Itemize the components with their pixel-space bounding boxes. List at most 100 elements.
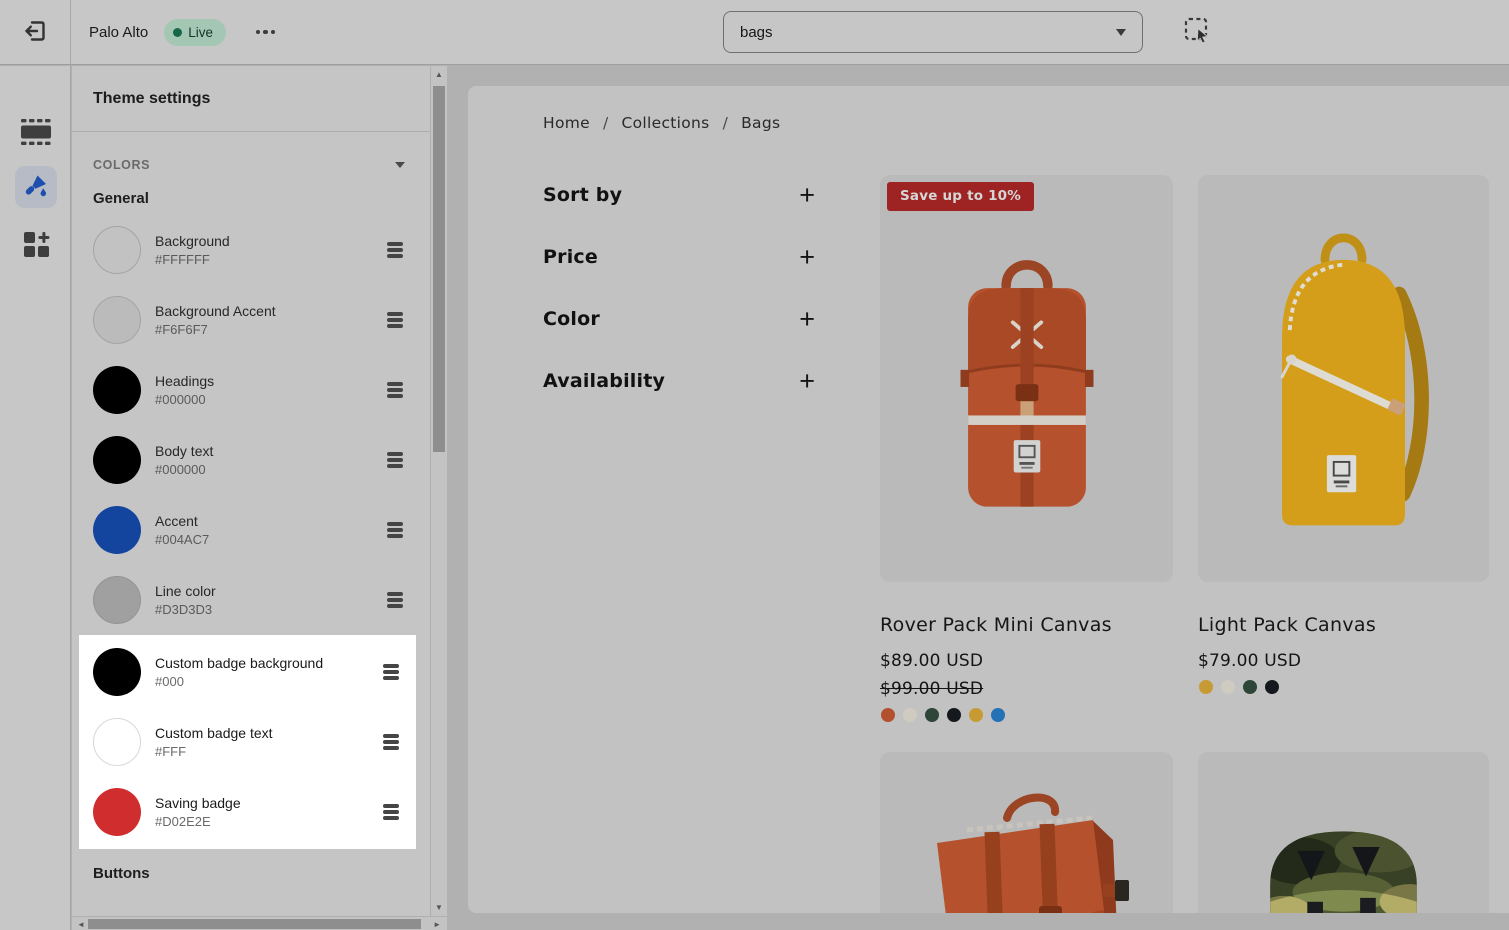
colors-section-header[interactable]: COLORS [72, 132, 447, 172]
ellipsis-icon [256, 30, 261, 35]
more-options-button[interactable] [256, 30, 276, 35]
product-card-rover-pack[interactable]: Save up to 10% [880, 175, 1173, 582]
panel-horizontal-scrollbar[interactable]: ◄ ► [72, 916, 447, 930]
color-row-line-color[interactable]: Line color #D3D3D3 [72, 565, 447, 635]
swatch-dot[interactable] [991, 708, 1005, 722]
breadcrumb-separator: / [603, 114, 609, 132]
paintbrush-icon [23, 173, 49, 202]
panel-vertical-scrollbar[interactable]: ▲ ▼ [430, 66, 447, 916]
exit-editor-button[interactable] [22, 18, 48, 47]
sections-icon [20, 118, 52, 149]
plus-icon: + [799, 244, 815, 271]
breadcrumb-home[interactable]: Home [543, 114, 590, 132]
product-title[interactable]: Rover Pack Mini Canvas [880, 614, 1112, 636]
dynamic-source-icon[interactable] [387, 312, 403, 329]
color-swatch [93, 648, 141, 696]
swatch-dot[interactable] [947, 708, 961, 722]
color-swatch [93, 718, 141, 766]
swatch-dot[interactable] [925, 708, 939, 722]
dynamic-source-icon[interactable] [387, 452, 403, 469]
color-row-background[interactable]: Background #FFFFFF [72, 215, 447, 285]
color-swatch [93, 366, 141, 414]
color-label: Custom badge background [155, 655, 323, 671]
dynamic-source-icon[interactable] [387, 522, 403, 539]
topbar-left-cell [0, 0, 71, 64]
filter-price[interactable]: Price + [543, 242, 815, 272]
filter-label: Color [543, 308, 600, 330]
plus-icon: + [799, 182, 815, 209]
swatch-dot[interactable] [1221, 680, 1235, 694]
product-card-camo-pack[interactable] [1198, 752, 1489, 913]
swatch-dot[interactable] [1199, 680, 1213, 694]
color-code: #D3D3D3 [155, 602, 216, 617]
editor-left-rail [0, 66, 71, 930]
breadcrumb-collections[interactable]: Collections [622, 114, 710, 132]
swatch-dot[interactable] [1265, 680, 1279, 694]
product-card-light-pack[interactable] [1198, 175, 1489, 582]
product-title[interactable]: Light Pack Canvas [1198, 614, 1376, 636]
color-row-saving-badge[interactable]: Saving badge #D02E2E [79, 777, 416, 847]
dynamic-source-icon[interactable] [387, 592, 403, 609]
panel-header: Theme settings [72, 66, 447, 132]
scroll-right-icon[interactable]: ► [433, 918, 441, 930]
filter-label: Sort by [543, 184, 622, 206]
dynamic-source-icon[interactable] [383, 734, 399, 751]
plus-icon: + [799, 368, 815, 395]
section-picker-icon [1183, 16, 1213, 49]
color-settings-list: Background #FFFFFF Background Accent #F6… [72, 215, 447, 849]
color-label: Headings [155, 373, 214, 389]
product-card-satchel[interactable] [880, 752, 1173, 913]
scroll-down-icon[interactable]: ▼ [431, 903, 447, 912]
color-swatch [93, 436, 141, 484]
chevron-down-icon [1116, 29, 1126, 36]
group-label-buttons: Buttons [93, 865, 447, 882]
product-image-satchel [907, 788, 1147, 913]
dynamic-source-icon[interactable] [383, 804, 399, 821]
dynamic-source-icon[interactable] [387, 382, 403, 399]
color-label: Accent [155, 513, 209, 529]
filter-color[interactable]: Color + [543, 304, 815, 334]
color-swatch [93, 788, 141, 836]
scroll-up-icon[interactable]: ▲ [431, 70, 447, 79]
product-color-swatches [881, 708, 1005, 722]
breadcrumb: Home / Collections / Bags [543, 114, 780, 132]
color-label: Saving badge [155, 795, 241, 811]
color-row-body-text[interactable]: Body text #000000 [72, 425, 447, 495]
swatch-dot[interactable] [1243, 680, 1257, 694]
color-row-custom-badge-background[interactable]: Custom badge background #000 [79, 637, 416, 707]
product-color-swatches [1199, 680, 1279, 694]
filter-availability[interactable]: Availability + [543, 366, 815, 396]
rail-item-apps[interactable] [15, 224, 57, 266]
swatch-dot[interactable] [903, 708, 917, 722]
breadcrumb-current: Bags [741, 114, 780, 132]
rail-item-sections[interactable] [15, 112, 57, 154]
color-row-custom-badge-text[interactable]: Custom badge text #FFF [79, 707, 416, 777]
color-code: #000000 [155, 392, 214, 407]
swatch-dot[interactable] [881, 708, 895, 722]
vertical-scrollbar-thumb[interactable] [433, 86, 445, 452]
color-row-accent[interactable]: Accent #004AC7 [72, 495, 447, 565]
color-code: #FFF [155, 744, 273, 759]
horizontal-scrollbar-thumb[interactable] [88, 919, 421, 929]
scroll-left-icon[interactable]: ◄ [77, 918, 85, 930]
highlight-overlay: Custom badge background #000 Custom badg… [79, 635, 416, 849]
group-label-general: General [93, 190, 447, 207]
color-row-headings[interactable]: Headings #000000 [72, 355, 447, 425]
section-picker-button[interactable] [1183, 17, 1213, 47]
filter-label: Price [543, 246, 598, 268]
color-swatch [93, 506, 141, 554]
color-label: Background Accent [155, 303, 276, 319]
live-dot-icon [173, 28, 182, 37]
dynamic-source-icon[interactable] [383, 664, 399, 681]
swatch-dot[interactable] [969, 708, 983, 722]
rail-item-theme-settings[interactable] [15, 166, 57, 208]
product-price: $89.00 USD [880, 651, 983, 671]
filter-sort-by[interactable]: Sort by + [543, 180, 815, 210]
color-code: #004AC7 [155, 532, 209, 547]
dynamic-source-icon[interactable] [387, 242, 403, 259]
color-row-background-accent[interactable]: Background Accent #F6F6F7 [72, 285, 447, 355]
filter-label: Availability [543, 370, 665, 392]
page-selector-dropdown[interactable]: bags [723, 11, 1143, 53]
color-swatch [93, 226, 141, 274]
breadcrumb-separator: / [723, 114, 729, 132]
